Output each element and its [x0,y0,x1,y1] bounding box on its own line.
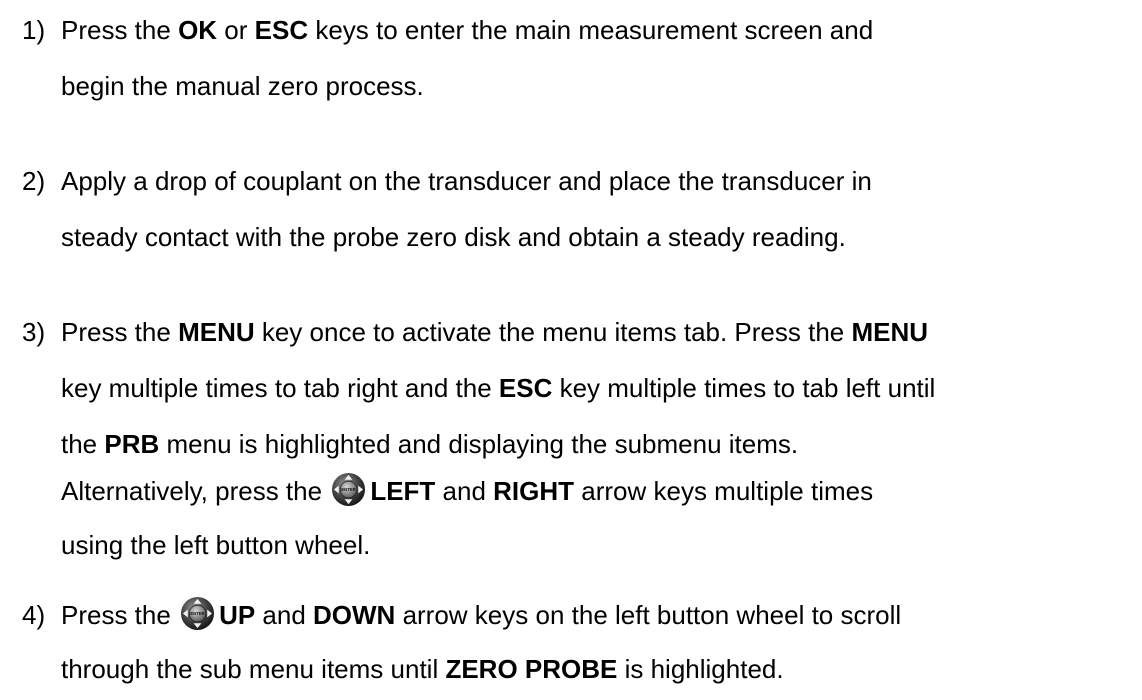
step-number: 2) [22,166,46,196]
step-line: Alternatively, press the ENTER LEFT and … [61,462,873,520]
wheel-center-label: ENTER [190,611,204,616]
button-wheel-icon: ENTER [180,593,215,631]
key-menu: MENU [851,317,929,347]
step-line: Apply a drop of couplant on the transduc… [61,166,872,196]
step-line: using the left button wheel. [61,530,371,560]
key-menu: MENU [178,317,255,347]
step-line: Press the MENU key once to activate the … [61,317,929,347]
key-esc: ESC [254,15,309,45]
zero-probe-item: ZERO PROBE [445,654,618,684]
key-down: DOWN [313,600,396,630]
step-number: 3) [22,317,46,347]
step-line: Press the OK or ESC keys to enter the ma… [61,15,874,45]
key-up: UP [219,600,256,630]
key-right: RIGHT [493,476,575,506]
step-line: through the sub menu items until ZERO PR… [61,654,784,684]
key-ok: OK [178,15,218,45]
step-line: begin the manual zero process. [61,71,424,101]
key-left: LEFT [370,476,436,506]
wheel-center-label: ENTER [342,487,356,492]
step-number: 1) [22,15,46,45]
menu-prb: PRB [104,429,160,459]
step-line: steady contact with the probe zero disk … [61,222,846,252]
step-number: 4) [22,600,46,630]
key-esc: ESC [498,373,553,403]
step-line: key multiple times to tab right and the … [61,373,936,403]
step-line: Press the ENTER UP and DOWN arrow keys o… [61,586,901,644]
button-wheel-icon: ENTER [331,469,366,507]
